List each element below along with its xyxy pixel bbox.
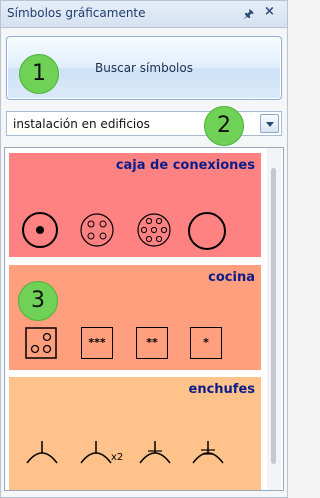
stove-2-star-icon[interactable]: ** [136,327,168,359]
chevron-down-icon [266,122,274,127]
badge-2: 2 [204,106,244,146]
group-title: enchufes [188,382,256,397]
junction-box-6pin-icon[interactable] [136,212,172,248]
group-sockets: enchufes x2 [9,377,261,490]
category-select-value: instalación en edificios [13,117,150,131]
stove-burners-icon[interactable] [25,327,57,359]
badge-1: 1 [19,54,59,94]
panel-titlebar: Símbolos gráficamente 🖈 × [1,1,287,28]
group-title: cocina [208,270,255,285]
socket-quad-icon[interactable] [189,439,227,469]
pin-icon[interactable]: 🖈 [243,5,254,26]
stove-1-star-icon[interactable]: * [190,327,222,359]
dropdown-button[interactable] [260,114,279,133]
group-junction-boxes: caja de conexiones [9,153,261,257]
socket-single-icon[interactable] [23,439,61,469]
gallery-scrollbar[interactable] [267,148,281,490]
socket-triple-icon[interactable] [136,439,174,469]
junction-box-4pin-icon[interactable] [79,212,115,248]
svg-text:x2: x2 [111,452,123,463]
stove-3-star-icon[interactable]: *** [81,327,113,359]
junction-box-dot-icon[interactable] [21,211,59,249]
group-title: caja de conexiones [115,158,255,173]
close-icon[interactable]: × [264,4,275,19]
panel-title: Símbolos gráficamente [7,6,146,20]
badge-3: 3 [18,281,58,321]
junction-box-empty-icon[interactable] [187,211,227,251]
scrollbar-thumb[interactable] [271,168,276,464]
symbols-panel: Símbolos gráficamente 🖈 × Buscar símbolo… [0,0,288,498]
socket-double-icon[interactable]: x2 [77,439,123,471]
